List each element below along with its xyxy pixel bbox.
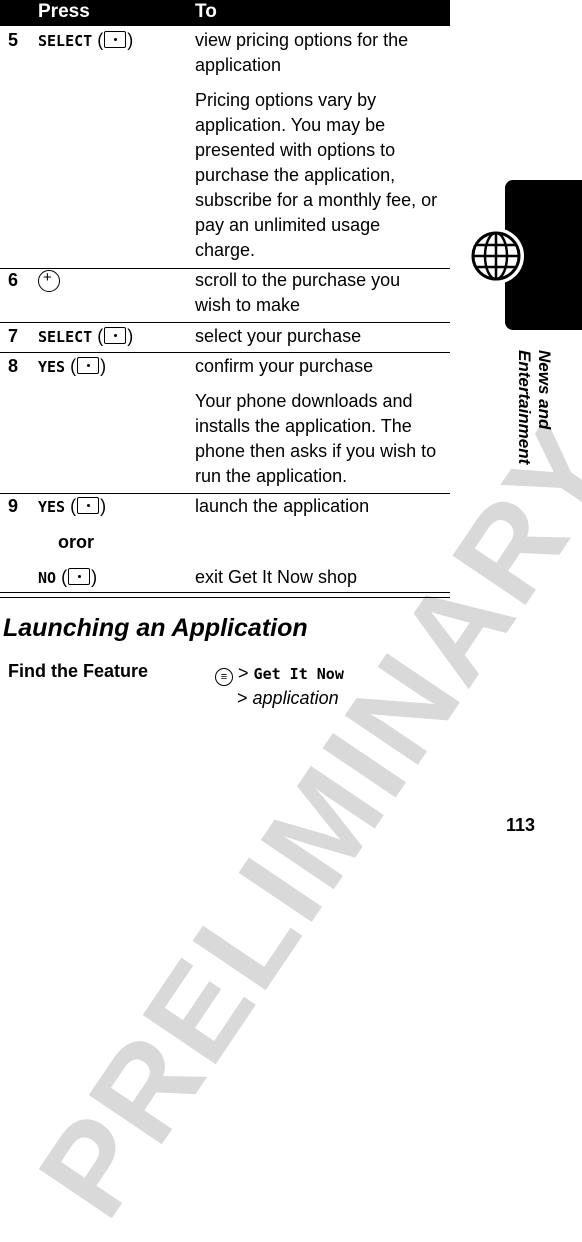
key-label: YES <box>38 358 66 376</box>
header-press: Press <box>38 1 90 22</box>
path-item-application: application <box>252 688 339 708</box>
table-header: Press To <box>0 0 450 26</box>
press-cell: YES () <box>38 496 107 516</box>
or-label: oror <box>58 532 94 552</box>
to-cell: view pricing options for the application… <box>195 28 440 263</box>
row-divider <box>0 352 450 353</box>
right-softkey-icon <box>77 497 100 514</box>
action-text: exit Get It Now shop <box>195 567 358 587</box>
chapter-label: News and Entertainment <box>515 350 554 465</box>
nav-key-icon <box>38 269 60 292</box>
key-label: SELECT <box>38 328 93 346</box>
to-cell: launch the application <box>195 494 440 519</box>
press-cell: SELECT () <box>38 326 134 346</box>
step-number: 5 <box>8 30 19 50</box>
row-divider <box>0 322 450 323</box>
press-cell: SELECT () <box>38 30 134 50</box>
key-label: YES <box>38 498 66 516</box>
to-cell: select your purchase <box>195 324 440 349</box>
alt-press-cell: NO () <box>38 567 98 587</box>
left-softkey-icon <box>68 568 91 585</box>
action-text: launch the application <box>195 496 370 516</box>
action-text: scroll to the purchase you wish to make <box>195 270 401 315</box>
action-text: select your purchase <box>195 326 362 346</box>
step-number: 6 <box>8 270 19 290</box>
path-separator: > <box>238 663 249 683</box>
step-number: 8 <box>8 356 19 376</box>
press-cell <box>38 269 60 297</box>
globe-icon <box>468 228 524 284</box>
step-number: 7 <box>8 326 19 346</box>
page-number: 113 <box>506 815 536 835</box>
header-to: To <box>195 1 217 22</box>
action-text: view pricing options for the application <box>195 30 409 75</box>
press-cell: YES () <box>38 356 107 376</box>
row-divider <box>0 592 450 593</box>
step-number: 9 <box>8 496 19 516</box>
note-text: Pricing options vary by application. You… <box>195 90 438 260</box>
menu-key-icon: ≡ <box>215 668 233 686</box>
find-feature-label: Find the Feature <box>8 661 149 681</box>
key-label: SELECT <box>38 32 93 50</box>
right-softkey-icon <box>77 357 100 374</box>
feature-path: ≡ > Get It Now > application <box>215 661 344 710</box>
table-end-rule <box>0 597 450 598</box>
action-text: confirm your purchase <box>195 356 374 376</box>
note-text: Your phone downloads and installs the ap… <box>195 391 437 486</box>
key-label: NO <box>38 569 57 587</box>
left-softkey-icon <box>104 327 127 344</box>
alt-to-cell: exit Get It Now shop <box>195 565 440 590</box>
to-cell: scroll to the purchase you wish to make <box>195 268 440 318</box>
to-cell: confirm your purchase Your phone downloa… <box>195 354 440 489</box>
path-separator: > <box>237 688 248 708</box>
section-title: Launching an Application <box>3 614 308 642</box>
path-item-get-it-now: Get It Now <box>253 665 344 683</box>
left-softkey-icon <box>104 31 127 48</box>
watermark: PRELIMINARY <box>11 397 582 1242</box>
